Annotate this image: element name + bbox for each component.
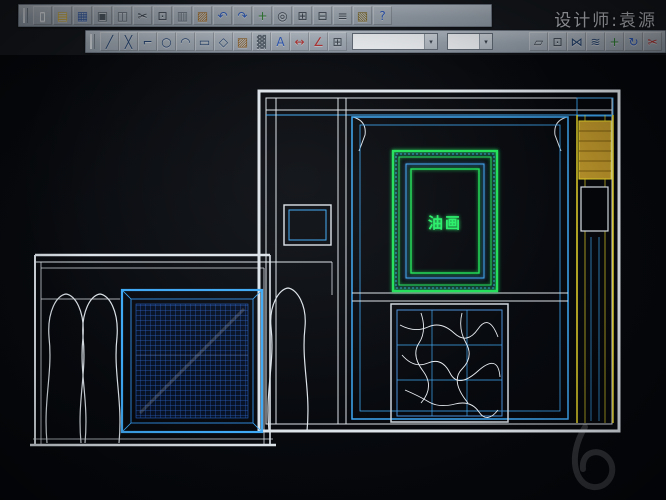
hatch-icon[interactable]: ▨ bbox=[233, 32, 252, 51]
modify-icon-group: ▱⊡⋈≋+↻✂ bbox=[529, 32, 662, 51]
style-dropdown-2[interactable]: ▾ bbox=[447, 33, 493, 50]
properties-icon[interactable]: ≡ bbox=[333, 6, 352, 25]
trim-icon[interactable]: ✂ bbox=[643, 32, 662, 51]
polyline-icon[interactable]: ⌐ bbox=[138, 32, 157, 51]
toolbar-drag-handle[interactable] bbox=[90, 34, 95, 49]
photo-glare bbox=[575, 427, 612, 487]
painting-frame[interactable]: 油画 bbox=[393, 151, 497, 291]
polygon-icon[interactable]: ◇ bbox=[214, 32, 233, 51]
zoom-window-icon[interactable]: ⊞ bbox=[293, 6, 312, 25]
draw-icon-group: ╱╳⌐○◠▭◇▨▓A↔∠⊞ bbox=[100, 32, 347, 51]
marble-veins bbox=[400, 313, 500, 418]
toolbar-draw-modify: ╱╳⌐○◠▭◇▨▓A↔∠⊞ ▾ ▾ ▱⊡⋈≋+↻✂ bbox=[85, 30, 666, 53]
tv-panel[interactable] bbox=[284, 205, 331, 245]
mirror-grid-panel[interactable] bbox=[122, 290, 262, 432]
rotate-icon[interactable]: ↻ bbox=[624, 32, 643, 51]
match-properties-icon[interactable]: ▨ bbox=[193, 6, 212, 25]
cad-drawing[interactable]: 油画 bbox=[0, 55, 666, 500]
cut-icon[interactable]: ✂ bbox=[133, 6, 152, 25]
circle-icon[interactable]: ○ bbox=[157, 32, 176, 51]
move-icon[interactable]: + bbox=[605, 32, 624, 51]
toolbar-drag-handle[interactable] bbox=[23, 8, 28, 23]
toolbar-standard: ▯▤▦▣◫✂⊡▥▨↶↷+◎⊞⊟≡▧? bbox=[18, 4, 492, 27]
plot-preview-icon[interactable]: ◫ bbox=[113, 6, 132, 25]
help-icon[interactable]: ? bbox=[373, 6, 392, 25]
copy-object-icon[interactable]: ⊡ bbox=[548, 32, 567, 51]
arc-icon[interactable]: ◠ bbox=[176, 32, 195, 51]
chevron-down-icon[interactable]: ▾ bbox=[424, 34, 437, 49]
arch-profile bbox=[268, 288, 308, 431]
redo-icon[interactable]: ↷ bbox=[233, 6, 252, 25]
column-right[interactable] bbox=[577, 98, 613, 423]
offset-icon[interactable]: ≋ bbox=[586, 32, 605, 51]
zoom-realtime-icon[interactable]: ◎ bbox=[273, 6, 292, 25]
chevron-down-icon[interactable]: ▾ bbox=[479, 34, 492, 49]
table-icon[interactable]: ⊞ bbox=[328, 32, 347, 51]
marble-panel[interactable] bbox=[391, 304, 508, 422]
linear-dimension-icon[interactable]: ↔ bbox=[290, 32, 309, 51]
construction-line-icon[interactable]: ╳ bbox=[119, 32, 138, 51]
open-folder-icon[interactable]: ▤ bbox=[53, 6, 72, 25]
erase-icon[interactable]: ▱ bbox=[529, 32, 548, 51]
painting-label[interactable]: 油画 bbox=[428, 214, 462, 232]
save-icon[interactable]: ▦ bbox=[73, 6, 92, 25]
line-icon[interactable]: ╱ bbox=[100, 32, 119, 51]
model-space[interactable]: 油画 bbox=[0, 55, 666, 500]
plot-icon[interactable]: ▣ bbox=[93, 6, 112, 25]
style-dropdown-1[interactable]: ▾ bbox=[352, 33, 438, 50]
zoom-previous-icon[interactable]: ⊟ bbox=[313, 6, 332, 25]
rectangle-icon[interactable]: ▭ bbox=[195, 32, 214, 51]
angular-dimension-icon[interactable]: ∠ bbox=[309, 32, 328, 51]
pan-icon[interactable]: + bbox=[253, 6, 272, 25]
paste-icon[interactable]: ▥ bbox=[173, 6, 192, 25]
mirror-icon[interactable]: ⋈ bbox=[567, 32, 586, 51]
copy-clip-icon[interactable]: ⊡ bbox=[153, 6, 172, 25]
undo-icon[interactable]: ↶ bbox=[213, 6, 232, 25]
text-icon[interactable]: A bbox=[271, 32, 290, 51]
new-file-icon[interactable]: ▯ bbox=[33, 6, 52, 25]
gradient-fill-icon[interactable]: ▓ bbox=[252, 32, 271, 51]
photo-watermark-text: 设计师:袁源 bbox=[554, 6, 657, 31]
design-center-icon[interactable]: ▧ bbox=[353, 6, 372, 25]
